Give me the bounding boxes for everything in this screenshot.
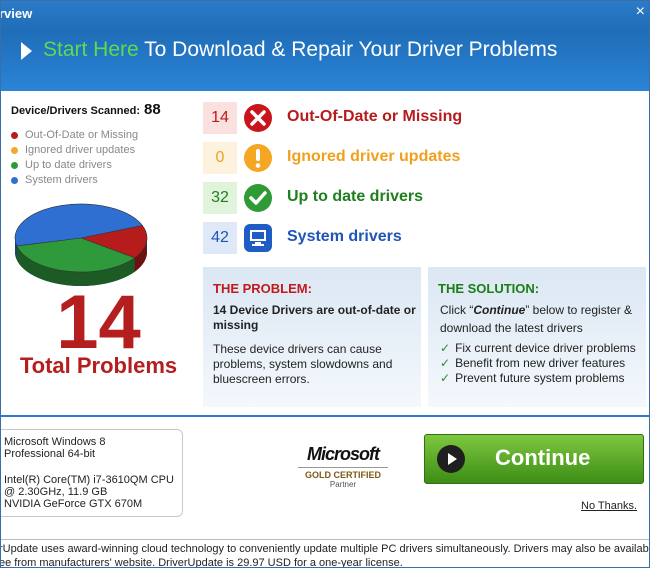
hardware-info: Intel(R) Core(TM) i7-3610QM CPU @ 2.30GH… — [4, 474, 179, 510]
legend-item: Out-Of-Date or Missing — [11, 128, 196, 143]
legend-dot — [11, 176, 18, 184]
os-name: Microsoft Windows 8 — [4, 436, 106, 448]
stat-up-to-date: 32 Up to date drivers — [203, 182, 643, 214]
headline-highlight: Start Here — [43, 38, 139, 61]
headline-text: To Download & Repair Your Driver Problem… — [138, 38, 558, 61]
stat-out-of-date: 14 Out-Of-Date or Missing — [203, 102, 643, 134]
warning-icon — [244, 144, 272, 172]
stat-count: 0 — [203, 142, 237, 174]
benefit-label: Fix current device driver problems — [455, 341, 636, 355]
legend-item: Ignored driver updates — [11, 143, 196, 158]
check-icon — [244, 184, 272, 212]
legend-label: System drivers — [25, 174, 98, 186]
legend-label: Out-Of-Date or Missing — [25, 129, 139, 141]
check-icon: ✓ — [440, 371, 451, 385]
legend-item: System drivers — [11, 173, 196, 188]
title-bar[interactable]: rview × — [1, 1, 649, 31]
close-icon[interactable]: × — [636, 3, 645, 21]
total-problems-number: 14 — [56, 280, 141, 365]
scan-label: Device/Drivers Scanned: — [11, 105, 141, 117]
scan-summary: Device/Drivers Scanned: 88 Out-Of-Date or… — [11, 101, 196, 188]
legend-dot — [11, 161, 18, 169]
check-icon: ✓ — [440, 356, 451, 370]
header-banner: Start Here To Download & Repair Your Dri… — [1, 31, 649, 91]
continue-button[interactable]: Continue — [424, 434, 644, 484]
problem-summary: 14 Device Drivers are out-of-date or mis… — [213, 303, 416, 332]
microsoft-logo: Microsoft — [307, 444, 380, 464]
divider — [1, 415, 649, 417]
stat-label: Ignored driver updates — [287, 148, 461, 165]
play-icon — [437, 445, 465, 473]
legend-label: Ignored driver updates — [25, 144, 136, 156]
problem-panel: THE PROBLEM: 14 Device Drivers are out-o… — [203, 267, 421, 407]
solution-text-before: Click “ — [440, 303, 474, 317]
no-thanks-link[interactable]: No Thanks. — [581, 500, 637, 512]
legend-label: Up to date drivers — [25, 159, 112, 171]
system-info-box: Microsoft Windows 8 Professional 64-bit … — [1, 429, 183, 517]
footer-disclaimer: rUpdate uses award-winning cloud technol… — [0, 539, 650, 568]
continue-label: Continue — [495, 445, 591, 470]
os-info: Microsoft Windows 8 Professional 64-bit — [4, 436, 179, 460]
benefit-item: ✓ Fix current device driver problems — [440, 341, 636, 356]
stat-label: Up to date drivers — [287, 188, 424, 205]
solution-heading: THE SOLUTION: — [438, 281, 540, 296]
cpu-line-2: @ 2.30GHz, 11.9 GB — [4, 486, 108, 498]
microsoft-partner-badge: Microsoft GOLD CERTIFIED Partner — [298, 444, 388, 489]
os-edition: Professional 64-bit — [4, 448, 96, 460]
stat-label: System drivers — [287, 228, 402, 245]
stat-count: 32 — [203, 182, 237, 214]
footer-line-2: ee from manufacturers' website. DriverUp… — [0, 557, 403, 568]
arrow-icon — [21, 42, 32, 60]
scan-count-line: Device/Drivers Scanned: 88 — [11, 101, 196, 118]
legend-dot — [11, 131, 18, 139]
legend: Out-Of-Date or Missing Ignored driver up… — [11, 128, 196, 188]
stat-ignored: 0 Ignored driver updates — [203, 142, 643, 174]
stat-count: 14 — [203, 102, 237, 134]
legend-dot — [11, 146, 18, 154]
footer-line-1: rUpdate uses award-winning cloud technol… — [0, 543, 650, 555]
cpu-line-1: Intel(R) Core(TM) i7-3610QM CPU — [4, 474, 174, 486]
app-window: rview × Start Here To Download & Repair … — [0, 0, 650, 568]
benefit-label: Prevent future system problems — [455, 371, 625, 385]
solution-panel: THE SOLUTION: Click “Continue” below to … — [428, 267, 646, 407]
stat-system: 42 System drivers — [203, 222, 643, 254]
scan-count: 88 — [144, 101, 161, 118]
solution-text: Click “Continue” below to register & dow… — [440, 301, 645, 337]
stat-label: Out-Of-Date or Missing — [287, 108, 463, 125]
benefit-item: ✓ Benefit from new driver features — [440, 356, 636, 371]
gold-certified-label: GOLD CERTIFIED — [298, 467, 388, 480]
problem-description: These device drivers can cause problems,… — [213, 342, 393, 386]
benefit-list: ✓ Fix current device driver problems ✓ Ben… — [440, 341, 636, 386]
legend-item: Up to date drivers — [11, 158, 196, 173]
partner-label: Partner — [329, 480, 357, 489]
headline: Start Here To Download & Repair Your Dri… — [43, 38, 557, 62]
check-icon: ✓ — [440, 341, 451, 355]
benefit-item: ✓ Prevent future system problems — [440, 371, 636, 386]
benefit-label: Benefit from new driver features — [455, 356, 626, 370]
stat-count: 42 — [203, 222, 237, 254]
solution-text-bold: Continue — [473, 303, 526, 317]
monitor-icon — [244, 224, 272, 252]
total-problems-label: Total Problems — [19, 353, 178, 378]
window-title: rview — [0, 6, 33, 21]
gpu-line: NVIDIA GeForce GTX 670M — [4, 498, 143, 510]
problem-heading: THE PROBLEM: — [213, 281, 312, 296]
x-icon — [244, 104, 272, 132]
